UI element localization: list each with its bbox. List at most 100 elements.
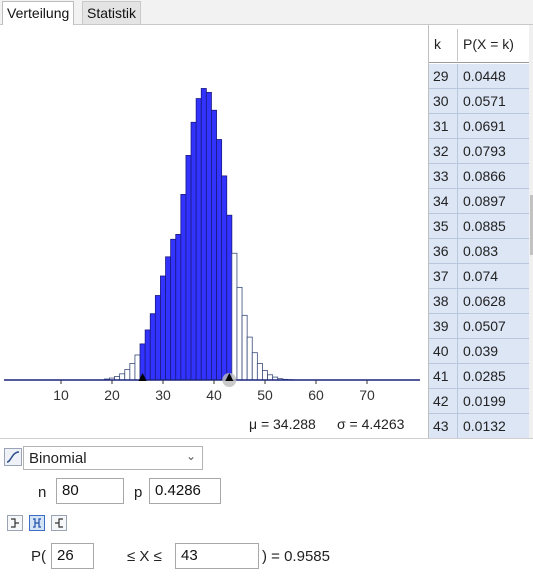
cell-p: 0.0793 <box>463 143 506 159</box>
table-row[interactable]: 29 0.0448 <box>429 64 529 89</box>
table-scrollbar[interactable] <box>529 25 533 438</box>
cell-p: 0.0132 <box>463 418 506 434</box>
left-sided-button[interactable] <box>7 515 23 531</box>
tick-label-30: 30 <box>155 387 171 403</box>
lower-bound-field[interactable]: 26 <box>51 543 94 569</box>
bar-k-30 <box>160 275 166 381</box>
distribution-select[interactable]: Binomial ⌄ <box>23 446 203 470</box>
cell-k: 36 <box>433 243 449 259</box>
table-row[interactable]: 39 0.0507 <box>429 314 529 339</box>
bar-k-24 <box>129 363 136 381</box>
curve-icon <box>6 451 20 463</box>
bar-k-22 <box>119 373 126 381</box>
cumulative-toggle-button[interactable] <box>4 448 22 466</box>
cell-divider <box>457 214 458 239</box>
probability-table: k P(X = k) 29 0.0448 30 0.0571 31 0.0691 32 0.0… <box>428 25 533 439</box>
table-row[interactable]: 43 0.0132 <box>429 414 529 439</box>
bar-k-35 <box>185 155 192 381</box>
cell-k: 34 <box>433 193 449 209</box>
table-row[interactable]: 37 0.074 <box>429 264 529 289</box>
cell-k: 31 <box>433 118 449 134</box>
bar-k-31 <box>165 256 172 381</box>
bar-k-37 <box>195 98 202 381</box>
cell-p: 0.0571 <box>463 93 506 109</box>
bar-k-45 <box>236 286 243 381</box>
table-row[interactable]: 41 0.0285 <box>429 364 529 389</box>
table-row[interactable]: 31 0.0691 <box>429 114 529 139</box>
tick-label-20: 20 <box>104 387 120 403</box>
table-row[interactable]: 30 0.0571 <box>429 89 529 114</box>
table-row[interactable]: 42 0.0199 <box>429 389 529 414</box>
tick-label-50: 50 <box>257 387 273 403</box>
bar-k-38 <box>200 88 207 381</box>
right-sided-button[interactable] <box>51 515 67 531</box>
cell-p: 0.0628 <box>463 293 506 309</box>
interval-bracket-icon <box>33 518 41 528</box>
cell-p: 0.0448 <box>463 68 506 84</box>
x-between-label: ≤ X ≤ <box>127 548 162 565</box>
bar-k-44 <box>231 252 238 381</box>
table-row[interactable]: 32 0.0793 <box>429 139 529 164</box>
p-label: p <box>134 484 143 501</box>
table-row[interactable]: 33 0.0866 <box>429 164 529 189</box>
cell-divider <box>457 264 458 289</box>
header-p: P(X = k) <box>463 36 514 52</box>
cell-divider <box>457 414 458 439</box>
bar-k-34 <box>180 194 187 381</box>
bar-k-41 <box>216 139 223 381</box>
cell-p: 0.0885 <box>463 218 506 234</box>
tab-statistik[interactable]: Statistik <box>82 1 142 25</box>
table-row[interactable]: 34 0.0897 <box>429 189 529 214</box>
bar-k-23 <box>124 369 131 381</box>
p-field[interactable]: 0.4286 <box>149 478 221 504</box>
cell-divider <box>457 389 458 414</box>
table-rows: 29 0.0448 30 0.0571 31 0.0691 32 0.0793 33 0.0866… <box>429 64 529 439</box>
cell-k: 35 <box>433 218 449 234</box>
cell-k: 30 <box>433 93 449 109</box>
right-bracket-icon <box>55 518 63 528</box>
cell-divider <box>457 114 458 139</box>
cell-divider <box>457 289 458 314</box>
distribution-chart: 10 20 30 40 50 60 70 μ = 34.288 σ = 4.4263 <box>0 25 428 438</box>
bar-k-25 <box>134 354 141 381</box>
bar-k-48 <box>251 352 258 381</box>
cell-k: 38 <box>433 293 449 309</box>
bar-k-50 <box>262 370 268 381</box>
table-row[interactable]: 36 0.083 <box>429 239 529 264</box>
tick-label-70: 70 <box>359 387 375 403</box>
chevron-down-icon: ⌄ <box>186 449 197 463</box>
cell-p: 0.083 <box>463 243 499 259</box>
interval-button[interactable] <box>29 515 45 531</box>
cell-divider <box>457 239 458 264</box>
cell-p: 0.0507 <box>463 318 506 334</box>
prob-prefix: P( <box>31 548 46 565</box>
cell-k: 40 <box>433 343 449 359</box>
header-divider <box>457 29 458 61</box>
bar-k-29 <box>154 295 161 381</box>
cell-k: 43 <box>433 418 449 434</box>
tab-verteilung[interactable]: Verteilung <box>2 1 75 26</box>
table-row[interactable]: 40 0.039 <box>429 339 529 364</box>
n-label: n <box>38 484 47 501</box>
cell-divider <box>457 89 458 114</box>
cell-k: 33 <box>433 168 449 184</box>
n-field[interactable]: 80 <box>56 478 124 504</box>
bar-k-27 <box>144 329 151 381</box>
controls-panel: Binomial ⌄ n 80 p 0.4286 P( 26 ≤ X ≤ 43 … <box>0 438 533 579</box>
table-row[interactable]: 35 0.0885 <box>429 214 529 239</box>
cell-divider <box>457 314 458 339</box>
cell-p: 0.0897 <box>463 193 506 209</box>
upper-bound-field[interactable]: 43 <box>175 543 259 569</box>
bar-k-33 <box>175 233 182 381</box>
bar-k-39 <box>205 91 212 381</box>
cell-k: 37 <box>433 268 449 284</box>
table-row[interactable]: 38 0.0628 <box>429 289 529 314</box>
bar-k-47 <box>246 336 253 381</box>
header-k: k <box>434 36 441 52</box>
cell-divider <box>457 139 458 164</box>
cell-k: 39 <box>433 318 449 334</box>
cell-p: 0.0691 <box>463 118 506 134</box>
bar-k-49 <box>256 363 263 381</box>
histogram-svg: 10 20 30 40 50 60 70 <box>4 88 420 403</box>
bar-k-46 <box>241 314 248 381</box>
